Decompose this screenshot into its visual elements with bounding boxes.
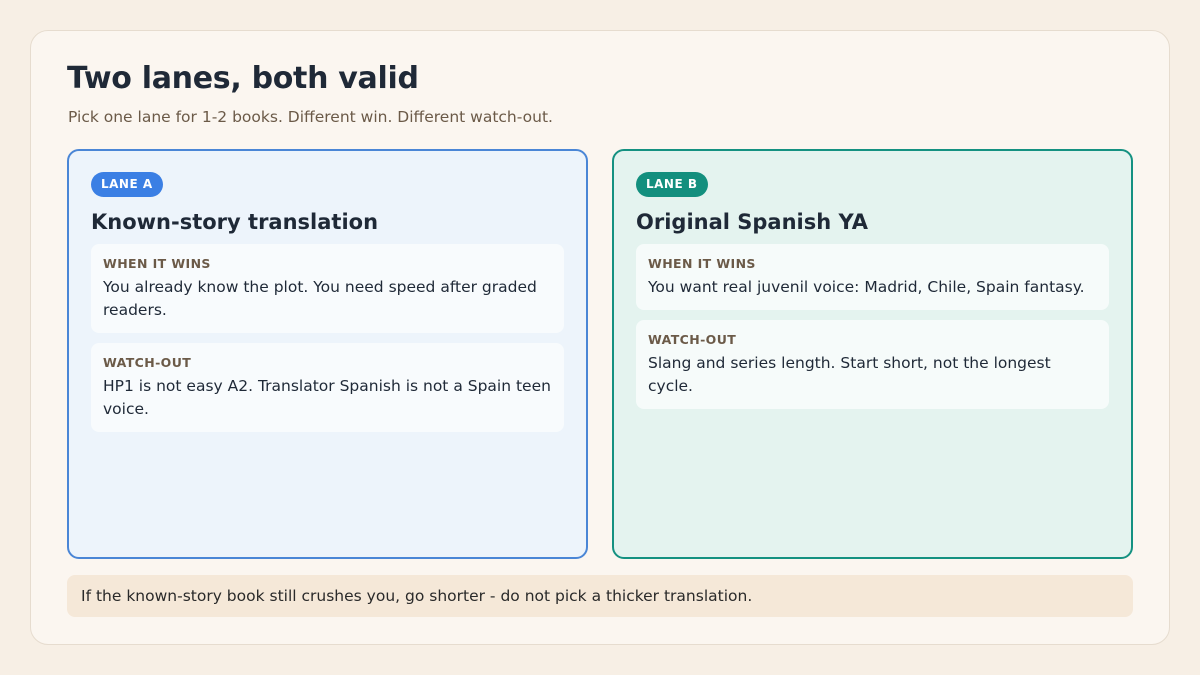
lane-b-card: LANE B Original Spanish YA WHEN IT WINS … [612, 149, 1133, 559]
page-title: Two lanes, both valid [67, 61, 419, 96]
lane-a-wins-text: You already know the plot. You need spee… [103, 278, 537, 319]
lane-a-badge: LANE A [91, 172, 163, 197]
lane-a-card: LANE A Known-story translation WHEN IT W… [67, 149, 588, 559]
footer-note: If the known-story book still crushes yo… [67, 575, 1133, 617]
lane-b-wins-text: You want real juvenil voice: Madrid, Chi… [648, 278, 1085, 296]
lane-b-wins-box: WHEN IT WINS You want real juvenil voice… [636, 244, 1109, 310]
main-card: Two lanes, both valid Pick one lane for … [30, 30, 1170, 645]
lane-a-watch-text: HP1 is not easy A2. Translator Spanish i… [103, 377, 551, 418]
lane-a-wins-label: WHEN IT WINS [103, 256, 211, 271]
lane-b-watch-text: Slang and series length. Start short, no… [648, 354, 1051, 395]
lane-b-watch-box: WATCH-OUT Slang and series length. Start… [636, 320, 1109, 409]
lane-b-watch-label: WATCH-OUT [648, 332, 737, 347]
lane-b-badge: LANE B [636, 172, 708, 197]
lane-a-title: Known-story translation [91, 210, 379, 234]
lane-b-title: Original Spanish YA [636, 210, 868, 234]
lane-a-watch-box: WATCH-OUT HP1 is not easy A2. Translator… [91, 343, 564, 432]
page-subtitle: Pick one lane for 1-2 books. Different w… [68, 108, 553, 126]
lane-a-watch-label: WATCH-OUT [103, 355, 192, 370]
lane-b-wins-label: WHEN IT WINS [648, 256, 756, 271]
lane-a-wins-box: WHEN IT WINS You already know the plot. … [91, 244, 564, 333]
